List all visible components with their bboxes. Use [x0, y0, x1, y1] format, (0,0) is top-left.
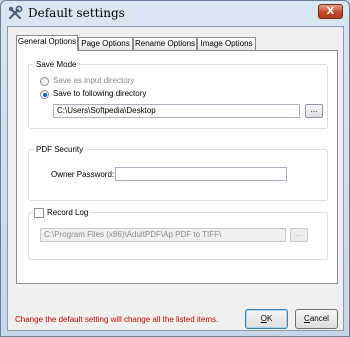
dialog-client-area: General Options Page Options Rename Opti…	[7, 26, 344, 331]
close-icon: X	[326, 6, 335, 17]
pdf-security-group: PDF Security Owner Password:	[28, 144, 328, 201]
window-title: Default settings	[28, 6, 125, 20]
ok-label: K	[266, 314, 273, 323]
owner-password-field[interactable]	[115, 167, 287, 181]
tab-general-options[interactable]: General Options	[16, 35, 78, 51]
record-log-group: Record Log C:\Program Files (x86)\AdultP…	[28, 207, 328, 260]
save-mode-legend: Save Mode	[34, 59, 79, 70]
tools-icon	[8, 5, 23, 20]
title-bar[interactable]: Default settings X	[1, 1, 349, 25]
close-button[interactable]: X	[318, 4, 343, 19]
owner-password-label: Owner Password:	[51, 170, 115, 179]
tab-image-options[interactable]: Image Options	[197, 37, 256, 50]
save-to-following-directory-radio[interactable]	[40, 90, 49, 99]
record-log-checkbox[interactable]	[34, 208, 44, 218]
save-mode-group: Save Mode Save as input directory Save t…	[28, 59, 328, 129]
save-to-following-directory-label[interactable]: Save to following directory	[53, 89, 146, 99]
tab-label: Rename Options	[134, 39, 196, 48]
save-as-input-directory-radio[interactable]	[40, 77, 49, 86]
log-path-field[interactable]: C:\Program Files (x86)\AdultPDF\Ap PDF t…	[40, 228, 286, 242]
tab-label: Image Options	[200, 39, 253, 48]
record-log-legend[interactable]: Record Log	[45, 207, 91, 218]
ok-button[interactable]: OK	[245, 309, 288, 329]
output-directory-browse-button[interactable]: ...	[305, 104, 323, 118]
pdf-security-legend: PDF Security	[34, 144, 86, 155]
tab-label: Page Options	[81, 39, 130, 48]
cancel-label: ancel	[309, 314, 329, 323]
save-as-input-directory-label[interactable]: Save as input directory	[53, 76, 134, 86]
tab-page-options[interactable]: Page Options	[78, 37, 133, 50]
general-options-panel: Save Mode Save as input directory Save t…	[16, 50, 338, 284]
default-setting-note: Change the default setting will change a…	[15, 315, 219, 324]
output-directory-field[interactable]: C:\Users\Softpedia\Desktop	[53, 104, 300, 118]
default-settings-window: Default settings X General Options Page …	[0, 0, 350, 337]
tab-label: General Options	[17, 37, 77, 46]
cancel-button[interactable]: Cancel	[295, 309, 338, 329]
log-path-browse-button[interactable]: ...	[290, 228, 308, 242]
tab-rename-options[interactable]: Rename Options	[133, 37, 197, 50]
